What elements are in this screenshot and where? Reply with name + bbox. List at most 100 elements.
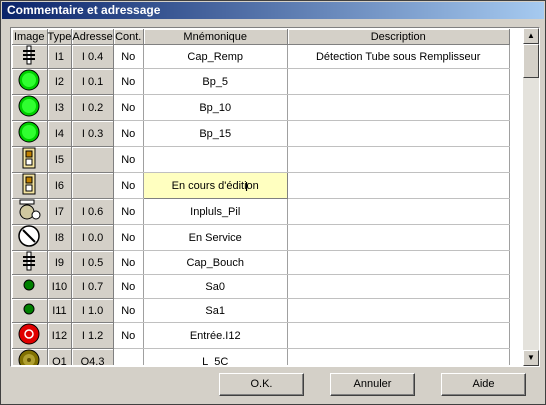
row-mnemonic-cell[interactable]: Sa1 [143, 298, 288, 323]
row-address-cell[interactable] [71, 146, 114, 173]
row-image-cell [12, 44, 48, 69]
table-row[interactable]: I10 I 0.7 No Sa0 [12, 274, 510, 299]
row-cont-cell[interactable]: No [113, 250, 144, 275]
olive-lamp-icon [18, 349, 40, 365]
row-address-cell[interactable]: I 0.5 [71, 250, 114, 275]
row-cont-cell[interactable]: No [113, 120, 144, 147]
table-row[interactable]: I3 I 0.2 No Bp_10 [12, 94, 510, 121]
table-row[interactable]: I5 No [12, 146, 510, 173]
table-row[interactable]: I11 I 1.0 No Sa1 [12, 298, 510, 323]
scroll-up-icon[interactable]: ▲ [523, 28, 539, 44]
column-header-address[interactable]: Adresse [71, 29, 114, 45]
row-address-cell[interactable]: I 0.4 [71, 44, 114, 69]
row-mnemonic-cell[interactable]: Cap_Remp [143, 44, 288, 69]
row-image-cell [12, 120, 48, 147]
row-address-cell[interactable]: I 1.0 [71, 298, 114, 323]
column-header-mnemonic[interactable]: Mnémonique [143, 29, 288, 45]
row-mnemonic-cell[interactable]: Entrée.I12 [143, 322, 288, 349]
row-mnemonic-cell[interactable]: En Service [143, 224, 288, 251]
mnemonic-text: Bp_10 [199, 101, 232, 114]
green-lamp-icon [18, 95, 40, 120]
row-address-cell[interactable]: I 0.2 [71, 94, 114, 121]
row-description-cell[interactable] [287, 146, 510, 173]
row-cont-cell[interactable]: No [113, 198, 144, 225]
text-cursor-icon: I [244, 180, 249, 194]
row-image-cell [12, 172, 48, 199]
mnemonic-text: Bp_15 [199, 127, 232, 140]
mnemonic-text: Bp_5 [202, 75, 229, 88]
row-description-cell[interactable] [287, 298, 510, 323]
row-mnemonic-cell[interactable]: Sa0 [143, 274, 288, 299]
row-address-cell[interactable]: Q4.3 [71, 348, 114, 365]
vertical-scrollbar[interactable]: ▲ ▼ [523, 28, 539, 366]
row-cont-cell[interactable] [113, 348, 144, 365]
row-description-cell[interactable] [287, 198, 510, 225]
push-button-icon [19, 45, 39, 68]
table-row[interactable]: I6 No En cours d'édition I [12, 172, 510, 199]
comment-address-dialog: Commentaire et adressage Image Type Adre… [0, 0, 546, 405]
table-row[interactable]: I4 I 0.3 No Bp_15 [12, 120, 510, 147]
row-mnemonic-cell[interactable]: Bp_10 [143, 94, 288, 121]
row-address-cell[interactable]: I 0.0 [71, 224, 114, 251]
ok-button[interactable]: O.K. [219, 373, 304, 396]
window-title: Commentaire et adressage [2, 2, 544, 19]
row-type-cell: I11 [47, 298, 73, 323]
row-description-cell[interactable] [287, 322, 510, 349]
row-address-cell[interactable]: I 0.3 [71, 120, 114, 147]
table-row[interactable]: I12 I 1.2 No Entrée.I12 [12, 322, 510, 349]
row-mnemonic-cell[interactable]: L_5C [143, 348, 288, 365]
row-cont-cell[interactable]: No [113, 298, 144, 323]
cancel-button[interactable]: Annuler [330, 373, 415, 396]
table-row[interactable]: I8 I 0.0 No En Service [12, 224, 510, 251]
row-cont-cell[interactable]: No [113, 146, 144, 173]
column-header-cont[interactable]: Cont. [113, 29, 144, 45]
row-cont-cell[interactable]: No [113, 274, 144, 299]
row-cont-cell[interactable]: No [113, 322, 144, 349]
row-cont-cell[interactable]: No [113, 172, 144, 199]
row-description-cell[interactable] [287, 250, 510, 275]
row-cont-cell[interactable]: No [113, 224, 144, 251]
scroll-down-icon[interactable]: ▼ [523, 350, 539, 366]
row-mnemonic-cell[interactable] [143, 146, 288, 173]
row-address-cell[interactable]: I 0.1 [71, 68, 114, 95]
table-row[interactable]: Q1 Q4.3 L_5C [12, 348, 510, 365]
column-header-description[interactable]: Description [287, 29, 510, 45]
table-row[interactable]: I2 I 0.1 No Bp_5 [12, 68, 510, 95]
mnemonic-text: Sa0 [205, 280, 225, 293]
address-grid[interactable]: Image Type Adresse Cont. Mnémonique Desc… [10, 27, 540, 367]
scroll-thumb[interactable] [523, 44, 539, 78]
row-address-cell[interactable]: I 1.2 [71, 322, 114, 349]
row-address-cell[interactable]: I 0.7 [71, 274, 114, 299]
toggle-switch-icon [22, 173, 36, 198]
row-mnemonic-cell[interactable]: Bp_5 [143, 68, 288, 95]
mnemonic-text: Cap_Bouch [186, 256, 244, 269]
row-address-cell[interactable]: I 0.6 [71, 198, 114, 225]
row-mnemonic-cell[interactable]: En cours d'édition I [142, 172, 288, 199]
table-row[interactable]: I1 I 0.4 No Cap_Remp Détection Tube sous Rem… [12, 44, 510, 69]
help-button[interactable]: Aide [441, 373, 526, 396]
row-description-cell[interactable] [287, 224, 510, 251]
row-description-cell[interactable] [287, 120, 510, 147]
row-description-cell[interactable] [287, 274, 510, 299]
row-cont-cell[interactable]: No [113, 94, 144, 121]
row-mnemonic-cell[interactable]: Cap_Bouch [143, 250, 288, 275]
row-type-cell: I12 [47, 322, 73, 349]
row-description-cell[interactable] [287, 68, 510, 95]
row-mnemonic-cell[interactable]: Inpluls_Pil [143, 198, 288, 225]
row-address-cell[interactable] [71, 172, 114, 199]
column-header-image[interactable]: Image [12, 29, 48, 45]
mnemonic-text: Sa1 [205, 304, 225, 317]
row-description-cell[interactable] [287, 94, 510, 121]
row-cont-cell[interactable]: No [113, 44, 144, 69]
table-row[interactable]: I7 I 0.6 No Inpluls_Pil [12, 198, 510, 225]
small-green-dot-icon [23, 303, 35, 318]
table-row[interactable]: I9 I 0.5 No Cap_Bouch [12, 250, 510, 275]
pulse-sensor-icon [17, 199, 41, 224]
column-header-type[interactable]: Type [47, 29, 73, 45]
row-description-cell[interactable] [287, 348, 510, 365]
row-mnemonic-cell[interactable]: Bp_15 [143, 120, 288, 147]
row-description-cell[interactable]: Détection Tube sous Remplisseur [287, 44, 510, 69]
row-image-cell [12, 274, 48, 299]
row-cont-cell[interactable]: No [113, 68, 144, 95]
row-description-cell[interactable] [287, 172, 510, 199]
